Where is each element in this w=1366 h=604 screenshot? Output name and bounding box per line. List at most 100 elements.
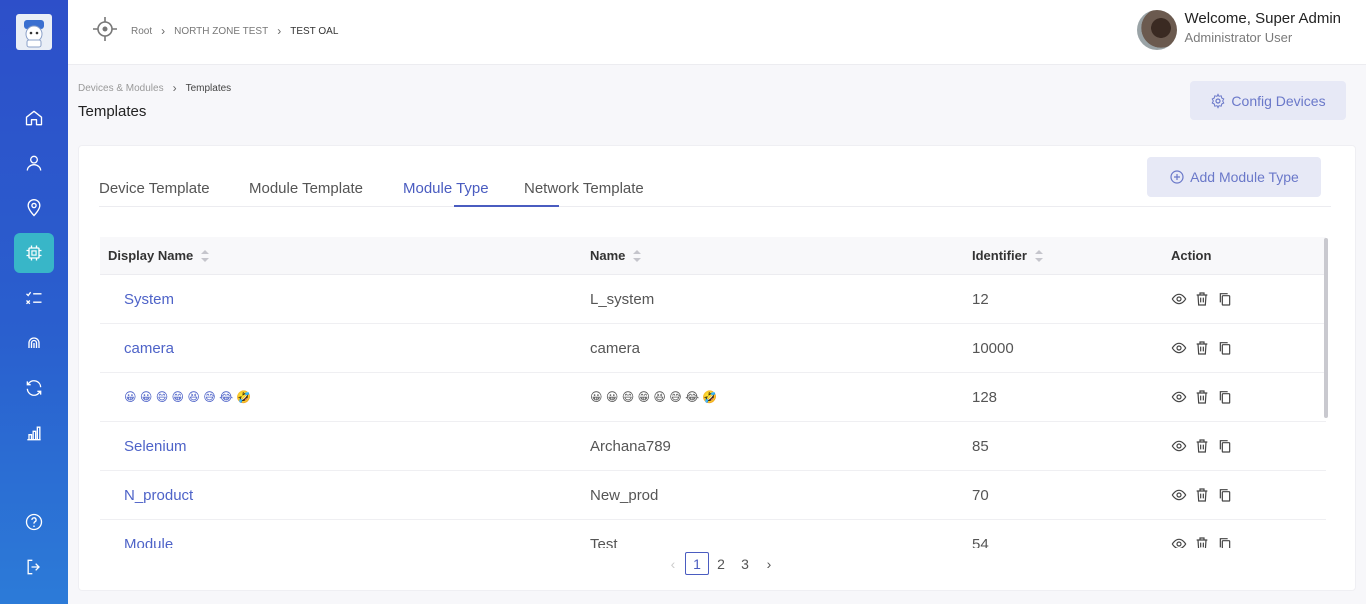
chevron-right-icon: ›	[161, 24, 166, 38]
name-cell: 😀 😀 😄 😁 😆 😅 😂 🤣	[590, 390, 718, 404]
page-3-button[interactable]: 3	[733, 552, 757, 575]
eye-icon[interactable]	[1171, 389, 1187, 405]
copy-icon[interactable]	[1217, 291, 1233, 307]
nav-fingerprint[interactable]	[14, 323, 54, 363]
identifier-cell: 54	[972, 536, 989, 548]
avatar[interactable]	[1136, 10, 1177, 50]
row-actions	[1171, 536, 1240, 548]
nav-devices[interactable]	[14, 233, 54, 273]
config-devices-button[interactable]: Config Devices	[1190, 81, 1346, 120]
display-name-cell[interactable]: camera	[124, 340, 174, 357]
add-module-type-button[interactable]: Add Module Type	[1147, 157, 1321, 197]
breadcrumb-current: TEST OAL	[290, 25, 339, 37]
templates-card: Device Template Module Template Module T…	[78, 145, 1356, 591]
breadcrumb-templates: Templates	[185, 82, 232, 94]
display-name-cell[interactable]: 😀 😀 😄 😁 😆 😅 😂 🤣	[124, 390, 251, 404]
identifier-cell: 85	[972, 438, 989, 455]
column-display-name[interactable]: Display Name	[108, 248, 210, 263]
module-type-table: Display Name Name Identifier Action Syst…	[100, 237, 1326, 548]
copy-icon[interactable]	[1217, 340, 1233, 356]
gear-icon	[1212, 92, 1225, 109]
tab-module-template[interactable]: Module Template	[249, 180, 363, 197]
app-logo[interactable]	[16, 14, 52, 50]
tab-module-type[interactable]: Module Type	[403, 180, 489, 197]
eye-icon[interactable]	[1171, 536, 1187, 548]
top-header: Root › NORTH ZONE TEST › TEST OAL Welcom…	[68, 0, 1366, 65]
refresh-icon	[26, 380, 42, 396]
table-row: Module Test 54	[100, 520, 1326, 548]
nav-users[interactable]	[14, 143, 54, 183]
copy-icon[interactable]	[1217, 438, 1233, 454]
eye-icon[interactable]	[1171, 340, 1187, 356]
display-name-cell[interactable]: N_product	[124, 487, 193, 504]
trash-icon[interactable]	[1194, 340, 1210, 356]
trash-icon[interactable]	[1194, 389, 1210, 405]
nav-logout[interactable]	[14, 547, 54, 587]
location-breadcrumb: Root › NORTH ZONE TEST › TEST OAL	[131, 24, 338, 38]
next-page-button[interactable]: ›	[757, 552, 781, 575]
row-actions	[1171, 438, 1240, 454]
column-identifier[interactable]: Identifier	[972, 248, 1043, 263]
sidebar	[0, 0, 68, 604]
identifier-cell: 70	[972, 487, 989, 504]
column-name[interactable]: Name	[590, 248, 642, 263]
table-header: Display Name Name Identifier Action	[100, 237, 1326, 275]
copy-icon[interactable]	[1217, 536, 1233, 548]
breadcrumb-root[interactable]: Root	[131, 26, 152, 37]
eye-icon[interactable]	[1171, 438, 1187, 454]
copy-icon[interactable]	[1217, 389, 1233, 405]
sort-icon[interactable]	[633, 249, 642, 262]
nav-sync[interactable]	[14, 368, 54, 408]
nav-home[interactable]	[14, 98, 54, 138]
crosshair-icon[interactable]	[92, 16, 118, 42]
home-icon	[25, 110, 43, 126]
pagination: ‹ 1 2 3 ›	[661, 552, 781, 575]
prev-page-button[interactable]: ‹	[661, 552, 685, 575]
welcome-text: Welcome, Super Admin	[1184, 10, 1341, 27]
column-action: Action	[1171, 248, 1211, 263]
tab-network-template[interactable]: Network Template	[524, 180, 644, 197]
table-row: System L_system 12	[100, 275, 1326, 324]
display-name-cell[interactable]: Module	[124, 536, 173, 548]
table-row: N_product New_prod 70	[100, 471, 1326, 520]
sort-icon[interactable]	[201, 249, 210, 262]
nav-checklist[interactable]	[14, 278, 54, 318]
display-name-cell[interactable]: Selenium	[124, 438, 187, 455]
breadcrumb-zone[interactable]: NORTH ZONE TEST	[174, 26, 268, 37]
fingerprint-icon	[28, 337, 40, 348]
user-profile[interactable]: Welcome, Super Admin Administrator User	[1136, 10, 1341, 50]
page-1-button[interactable]: 1	[685, 552, 709, 575]
plus-circle-icon	[1170, 170, 1184, 184]
table-body[interactable]: System L_system 12 camera camera 10000 😀…	[100, 275, 1326, 548]
identifier-cell: 12	[972, 291, 989, 308]
copy-icon[interactable]	[1217, 487, 1233, 503]
tab-device-template[interactable]: Device Template	[99, 180, 210, 197]
breadcrumb-devices-modules[interactable]: Devices & Modules	[78, 83, 164, 94]
checklist-icon	[26, 291, 42, 305]
nav-locations[interactable]	[14, 188, 54, 228]
identifier-cell: 10000	[972, 340, 1014, 357]
user-icon	[26, 155, 42, 171]
chevron-right-icon: ›	[172, 81, 177, 95]
column-label: Name	[590, 248, 626, 263]
trash-icon[interactable]	[1194, 438, 1210, 454]
trash-icon[interactable]	[1194, 536, 1210, 548]
row-actions	[1171, 291, 1240, 307]
eye-icon[interactable]	[1171, 291, 1187, 307]
table-scrollbar[interactable]	[1324, 238, 1328, 418]
row-actions	[1171, 487, 1240, 503]
trash-icon[interactable]	[1194, 487, 1210, 503]
config-devices-label: Config Devices	[1231, 92, 1326, 109]
row-actions	[1171, 340, 1240, 356]
trash-icon[interactable]	[1194, 291, 1210, 307]
active-tab-indicator	[454, 205, 559, 207]
logout-icon	[27, 559, 40, 575]
display-name-cell[interactable]: System	[124, 291, 174, 308]
nav-reports[interactable]	[14, 413, 54, 453]
table-row: Selenium Archana789 85	[100, 422, 1326, 471]
nav-help[interactable]	[14, 502, 54, 542]
sort-icon[interactable]	[1034, 249, 1043, 262]
identifier-cell: 128	[972, 389, 998, 406]
eye-icon[interactable]	[1171, 487, 1187, 503]
page-2-button[interactable]: 2	[709, 552, 733, 575]
